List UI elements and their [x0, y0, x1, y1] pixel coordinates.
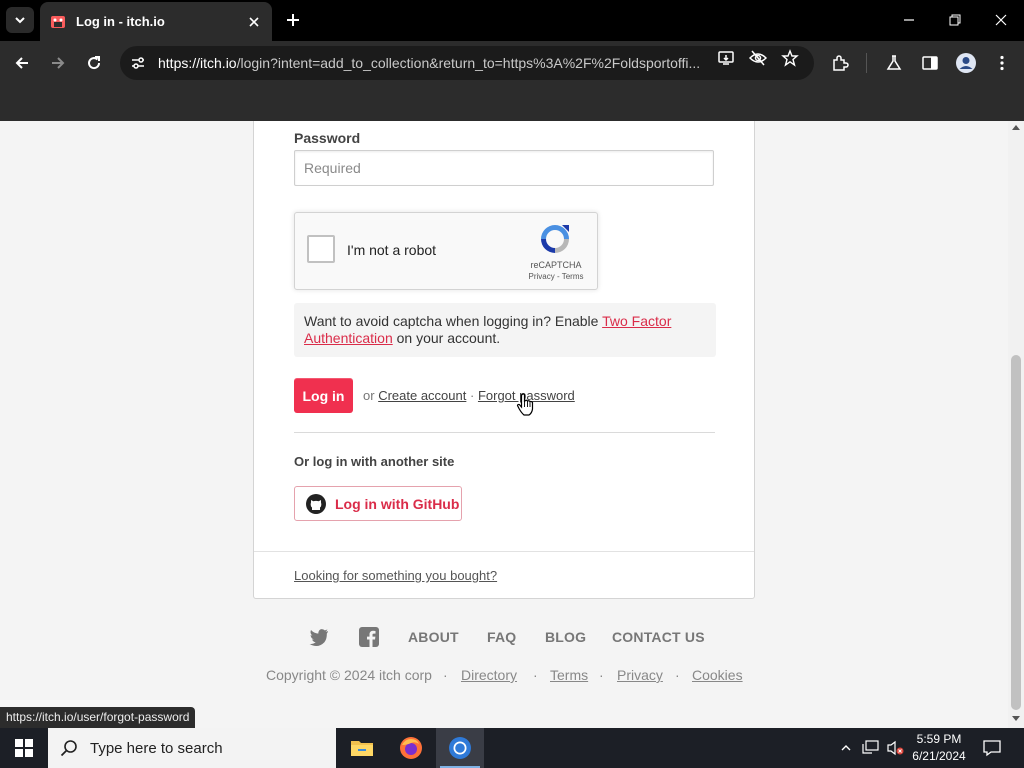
tab-title: Log in - itch.io [76, 14, 165, 29]
chrome-app[interactable] [436, 728, 484, 768]
address-bar[interactable]: https://itch.io/login?intent=add_to_coll… [120, 46, 814, 80]
terms-link[interactable]: Terms [550, 667, 588, 683]
taskbar-search-box[interactable]: Type here to search [48, 728, 336, 768]
profile-avatar-icon[interactable] [955, 52, 977, 74]
github-button-label: Log in with GitHub [335, 495, 460, 512]
clock-date: 6/21/2024 [912, 749, 966, 763]
github-login-button[interactable]: Log in with GitHub [294, 486, 462, 521]
new-tab-icon[interactable] [283, 10, 303, 30]
footer-faq-link[interactable]: FAQ [487, 629, 516, 645]
notification-icon[interactable] [982, 738, 1002, 758]
browser-menu-icon[interactable] [991, 52, 1013, 74]
footer-separator: · [533, 667, 538, 683]
login-button[interactable]: Log in [294, 378, 353, 413]
create-account-link[interactable]: Create account [378, 388, 466, 403]
file-explorer-app[interactable] [338, 728, 386, 768]
footer-contact-link[interactable]: CONTACT US [612, 629, 705, 645]
extensions-icon[interactable] [829, 52, 851, 74]
twofa-notice: Want to avoid captcha when logging in? E… [294, 303, 716, 357]
start-button[interactable] [0, 728, 48, 768]
privacy-link[interactable]: Privacy [617, 667, 663, 683]
recaptcha-widget: I'm not a robot reCAPTCHA Privacy - Term… [294, 212, 598, 290]
clock-time: 5:59 PM [916, 732, 962, 746]
firefox-icon [400, 737, 422, 759]
recaptcha-privacy-link[interactable]: Privacy [529, 272, 555, 281]
twofa-text-before: Want to avoid captcha when logging in? E… [304, 313, 603, 329]
taskbar-search-placeholder: Type here to search [90, 739, 223, 757]
page-scrollbar[interactable] [1008, 121, 1024, 728]
tray-chevron-up-icon[interactable] [836, 738, 856, 758]
page-viewport: Password I'm not a robot reCAPTCHA Priva… [0, 121, 1008, 728]
recaptcha-label: I'm not a robot [347, 242, 437, 258]
recaptcha-brand: reCAPTCHA [530, 260, 582, 270]
bookmark-star-icon[interactable] [780, 48, 800, 68]
windows-taskbar: Type here to search 5:59 PM 6/21/2024 [0, 728, 1024, 768]
close-window-icon[interactable] [989, 8, 1013, 32]
side-panel-icon[interactable] [919, 52, 941, 74]
other-site-heading: Or log in with another site [294, 454, 455, 469]
search-icon [60, 740, 77, 757]
facebook-icon[interactable] [358, 626, 380, 648]
network-icon[interactable] [861, 738, 881, 758]
windows-logo-icon [15, 739, 33, 757]
recaptcha-logo-icon [541, 225, 569, 253]
url-text: https://itch.io/login?intent=add_to_coll… [158, 55, 701, 71]
copyright-text: Copyright © 2024 itch corp [266, 667, 432, 683]
link-separator: · [469, 388, 475, 403]
password-label: Password [294, 130, 361, 146]
looking-for-purchase-link[interactable]: Looking for something you bought? [294, 568, 497, 583]
github-icon [306, 493, 326, 514]
login-card: Password I'm not a robot reCAPTCHA Priva… [253, 121, 755, 599]
footer-links: ABOUT FAQ BLOG CONTACT US [0, 624, 1008, 650]
back-icon[interactable] [10, 51, 34, 75]
twofa-text-after: on your account. [392, 330, 501, 346]
footer-blog-link[interactable]: BLOG [545, 629, 586, 645]
directory-link[interactable]: Directory [461, 667, 517, 683]
password-input[interactable] [294, 150, 714, 186]
scroll-up-arrow-icon[interactable] [1012, 125, 1020, 130]
browser-tab[interactable]: Log in - itch.io [40, 2, 272, 41]
site-settings-icon[interactable] [128, 53, 148, 73]
cookies-link[interactable]: Cookies [692, 667, 743, 683]
recaptcha-terms-link[interactable]: Terms [562, 272, 584, 281]
tab-search-button[interactable] [6, 7, 34, 33]
card-separator [254, 551, 754, 552]
hand-cursor-icon [516, 393, 534, 416]
chrome-icon [449, 737, 471, 759]
recaptcha-checkbox[interactable] [307, 235, 335, 263]
scroll-thumb[interactable] [1011, 355, 1021, 710]
scroll-down-arrow-icon[interactable] [1012, 716, 1020, 721]
install-app-icon[interactable] [716, 48, 736, 68]
footer-about-link[interactable]: ABOUT [408, 629, 459, 645]
folder-icon [351, 741, 373, 756]
restore-icon[interactable] [943, 8, 967, 32]
taskbar-clock[interactable]: 5:59 PM 6/21/2024 [906, 731, 972, 765]
bookmark-bar [0, 85, 1024, 121]
status-bar-url: https://itch.io/user/forgot-password [0, 707, 196, 728]
toolbar-divider [866, 53, 867, 73]
minimize-icon[interactable] [897, 8, 921, 32]
close-tab-icon[interactable] [246, 14, 262, 30]
footer-separator: · [443, 667, 448, 683]
volume-muted-icon[interactable] [885, 738, 905, 758]
footer-separator: · [599, 667, 604, 683]
browser-tab-bar: Log in - itch.io [0, 0, 1024, 41]
form-divider [294, 432, 715, 433]
footer-separator: · [675, 667, 680, 683]
twitter-icon[interactable] [308, 626, 330, 648]
firefox-app[interactable] [387, 728, 435, 768]
recaptcha-links: Privacy - Terms [528, 272, 584, 281]
reload-icon[interactable] [82, 51, 106, 75]
labs-flask-icon[interactable] [883, 52, 905, 74]
alt-links: or Create account · Forgot password [363, 388, 575, 403]
eye-off-icon[interactable] [748, 48, 768, 68]
itchio-favicon-icon [51, 15, 65, 28]
chevron-down-icon [15, 17, 25, 24]
browser-toolbar: https://itch.io/login?intent=add_to_coll… [0, 41, 1024, 85]
or-text: or [363, 388, 375, 403]
forward-icon[interactable] [46, 51, 70, 75]
